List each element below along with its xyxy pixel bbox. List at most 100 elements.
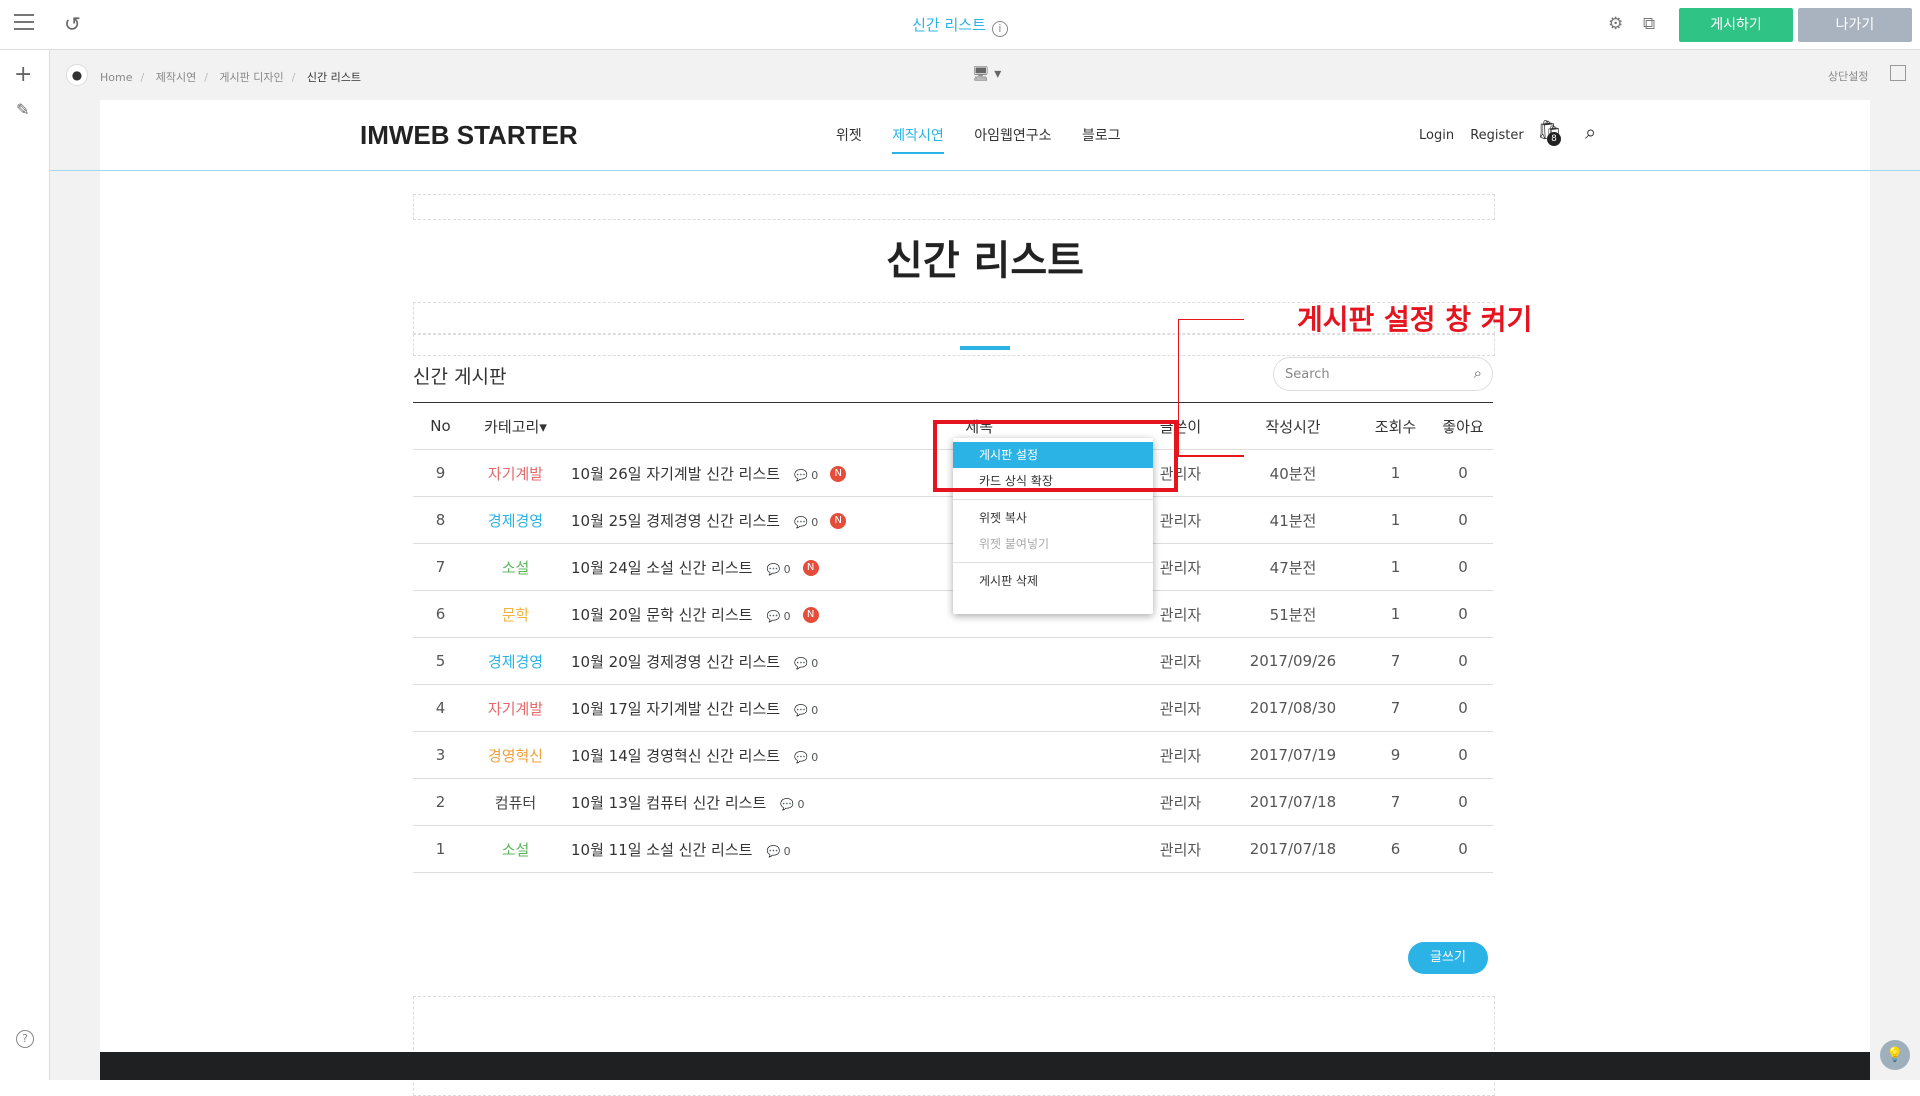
row-category[interactable]: 자기계발 bbox=[468, 449, 563, 497]
external-link-icon[interactable]: ⧉ bbox=[1643, 14, 1655, 34]
row-no: 1 bbox=[413, 825, 468, 873]
cart-count-badge: 8 bbox=[1547, 132, 1561, 146]
header-guide-line bbox=[50, 170, 1920, 171]
editor-topbar: ↺ 신간 리스트 i ⚙ ⧉ 게시하기 나가기 bbox=[0, 0, 1920, 50]
header-likes: 좋아요 bbox=[1433, 402, 1493, 450]
row-title-cell: 10월 17일 자기계발 신간 리스트 💬 0 bbox=[563, 684, 1133, 732]
row-title-link[interactable]: 10월 11일 소설 신간 리스트 bbox=[571, 841, 752, 859]
page-heading: 신간 리스트 bbox=[886, 238, 1084, 284]
nav-lab[interactable]: 아임웹연구소 bbox=[974, 128, 1051, 144]
language-flag-icon[interactable]: ● bbox=[66, 64, 88, 86]
row-title-link[interactable]: 10월 20일 경제경영 신간 리스트 bbox=[571, 653, 780, 671]
nav-widget[interactable]: 위젯 bbox=[836, 128, 862, 144]
row-no: 7 bbox=[413, 543, 468, 591]
highlight-box bbox=[933, 420, 1178, 492]
table-row[interactable]: 5 경제경영 10월 20일 경제경영 신간 리스트 💬 0 관리자 2017/09/26… bbox=[413, 637, 1493, 685]
comment-icon: 💬 bbox=[794, 468, 812, 482]
copy-icon[interactable] bbox=[1890, 65, 1906, 81]
row-time: 41분전 bbox=[1228, 496, 1358, 544]
breadcrumb-board-design[interactable]: 게시판 디자인 bbox=[219, 71, 283, 84]
row-time: 2017/07/18 bbox=[1228, 778, 1358, 826]
register-link[interactable]: Register bbox=[1470, 128, 1524, 143]
row-title-cell: 10월 13일 컴퓨터 신간 리스트 💬 0 bbox=[563, 778, 1133, 826]
row-category[interactable]: 문학 bbox=[468, 590, 563, 638]
row-title-cell: 10월 20일 경제경영 신간 리스트 💬 0 bbox=[563, 637, 1133, 685]
gear-icon[interactable]: ⚙ bbox=[1608, 14, 1623, 34]
comment-icon: 💬 bbox=[766, 609, 784, 623]
row-category[interactable]: 자기계발 bbox=[468, 684, 563, 732]
new-badge: N bbox=[830, 513, 847, 529]
row-time: 47분전 bbox=[1228, 543, 1358, 591]
comment-icon: 💬 bbox=[780, 797, 798, 811]
empty-section[interactable] bbox=[413, 194, 1495, 220]
row-author: 관리자 bbox=[1133, 731, 1228, 779]
breadcrumb-demo[interactable]: 제작시연 bbox=[156, 71, 196, 84]
row-category[interactable]: 경제경영 bbox=[468, 496, 563, 544]
page-title-area: 신간 리스트 i bbox=[0, 14, 1920, 37]
auth-links: Login Register bbox=[1407, 128, 1524, 143]
table-row[interactable]: 4 자기계발 10월 17일 자기계발 신간 리스트 💬 0 관리자 2017/08/30… bbox=[413, 684, 1493, 732]
row-time: 2017/08/30 bbox=[1228, 684, 1358, 732]
row-views: 9 bbox=[1358, 731, 1433, 779]
plus-icon[interactable]: + bbox=[14, 62, 32, 87]
publish-button[interactable]: 게시하기 bbox=[1679, 8, 1793, 42]
annotation-leader-line bbox=[1178, 455, 1244, 457]
row-author: 관리자 bbox=[1133, 684, 1228, 732]
row-title-link[interactable]: 10월 20일 문학 신간 리스트 bbox=[571, 606, 752, 624]
row-title-link[interactable]: 10월 25일 경제경영 신간 리스트 bbox=[571, 512, 780, 530]
row-title-link[interactable]: 10월 13일 컴퓨터 신간 리스트 bbox=[571, 794, 766, 812]
empty-section[interactable] bbox=[413, 996, 1495, 1096]
header-time: 작성시간 bbox=[1228, 402, 1358, 450]
help-icon[interactable]: ? bbox=[16, 1030, 34, 1048]
comment-number: 0 bbox=[811, 750, 819, 764]
exit-button[interactable]: 나가기 bbox=[1798, 8, 1912, 42]
breadcrumb-current: 신간 리스트 bbox=[306, 71, 361, 84]
row-category[interactable]: 소설 bbox=[468, 825, 563, 873]
site-logo[interactable]: IMWEB STARTER bbox=[360, 120, 578, 151]
row-category[interactable]: 소설 bbox=[468, 543, 563, 591]
comment-number: 0 bbox=[811, 515, 819, 529]
menu-item-delete-board[interactable]: 게시판 삭제 bbox=[953, 568, 1153, 594]
nav-blog[interactable]: 블로그 bbox=[1082, 128, 1121, 144]
row-title-link[interactable]: 10월 14일 경영혁신 신간 리스트 bbox=[571, 747, 780, 765]
comment-number: 0 bbox=[811, 703, 819, 717]
row-category[interactable]: 컴퓨터 bbox=[468, 778, 563, 826]
cart-icon[interactable]: 🛍 8 bbox=[1537, 118, 1562, 146]
lightbulb-icon[interactable]: 💡 bbox=[1880, 1040, 1910, 1070]
comment-icon: 💬 bbox=[766, 844, 784, 858]
breadcrumb-home[interactable]: Home bbox=[100, 71, 132, 84]
row-title-link[interactable]: 10월 26일 자기계발 신간 리스트 bbox=[571, 465, 780, 483]
table-row[interactable]: 2 컴퓨터 10월 13일 컴퓨터 신간 리스트 💬 0 관리자 2017/07/18 7 0 bbox=[413, 778, 1493, 826]
nav-demo[interactable]: 제작시연 bbox=[892, 128, 944, 154]
comment-icon: 💬 bbox=[794, 703, 812, 717]
row-title-link[interactable]: 10월 24일 소설 신간 리스트 bbox=[571, 559, 752, 577]
row-category[interactable]: 경제경영 bbox=[468, 637, 563, 685]
write-button[interactable]: 글쓰기 bbox=[1408, 942, 1488, 974]
comment-icon: 💬 bbox=[794, 750, 812, 764]
comment-number: 0 bbox=[811, 656, 819, 670]
row-time: 2017/09/26 bbox=[1228, 637, 1358, 685]
row-views: 1 bbox=[1358, 543, 1433, 591]
row-title-link[interactable]: 10월 17일 자기계발 신간 리스트 bbox=[571, 700, 780, 718]
top-settings-link[interactable]: 상단설정 bbox=[1828, 68, 1868, 84]
info-icon[interactable]: i bbox=[991, 21, 1008, 37]
row-title-cell: 10월 14일 경영혁신 신간 리스트 💬 0 bbox=[563, 731, 1133, 779]
login-link[interactable]: Login bbox=[1419, 128, 1454, 143]
comment-count: 💬 0 bbox=[794, 704, 818, 717]
row-category[interactable]: 경영혁신 bbox=[468, 731, 563, 779]
row-author: 관리자 bbox=[1133, 778, 1228, 826]
table-row[interactable]: 3 경영혁신 10월 14일 경영혁신 신간 리스트 💬 0 관리자 2017/07/19… bbox=[413, 731, 1493, 779]
row-views: 6 bbox=[1358, 825, 1433, 873]
menu-item-copy-widget[interactable]: 위젯 복사 bbox=[953, 505, 1153, 531]
table-row[interactable]: 1 소설 10월 11일 소설 신간 리스트 💬 0 관리자 2017/07/18 6 0 bbox=[413, 825, 1493, 873]
header-category[interactable]: 카테고리▾ bbox=[468, 402, 563, 450]
page-title[interactable]: 신간 리스트 bbox=[912, 16, 986, 34]
row-no: 8 bbox=[413, 496, 468, 544]
pin-icon[interactable]: ✎ bbox=[16, 100, 29, 119]
desktop-icon[interactable]: 🖥 ▾ bbox=[972, 66, 1001, 82]
comment-icon: 💬 bbox=[794, 515, 812, 529]
search-icon[interactable]: ⌕ bbox=[1585, 120, 1596, 144]
board-search-input[interactable]: Search ⌕ bbox=[1273, 357, 1493, 391]
search-icon[interactable]: ⌕ bbox=[1474, 364, 1482, 382]
row-likes: 0 bbox=[1433, 590, 1493, 638]
